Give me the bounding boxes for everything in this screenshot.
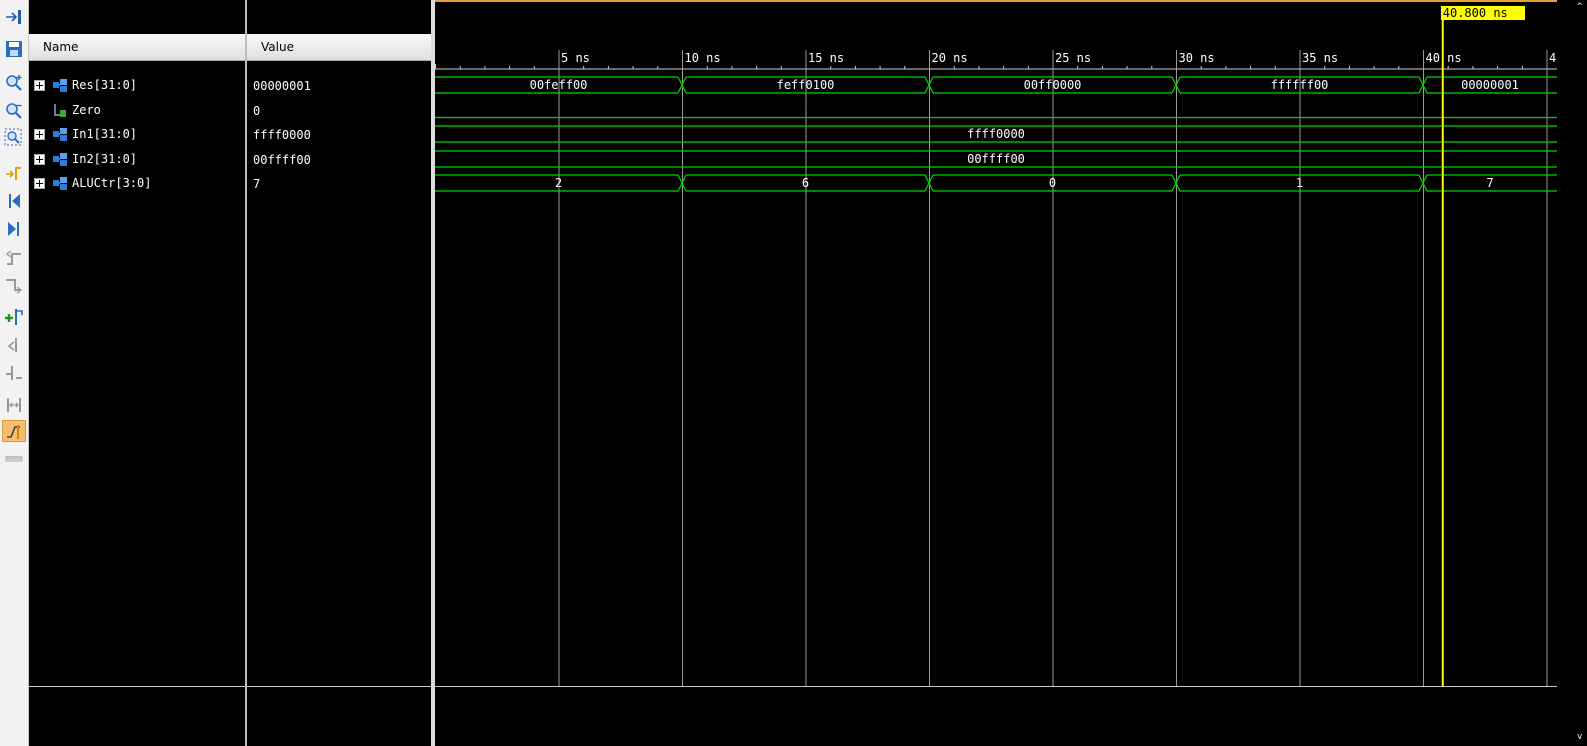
signal-row-name[interactable]: ALUCtr[3:0]: [29, 172, 245, 194]
snap-to-transition-button[interactable]: [2, 420, 26, 442]
bus-value-label: 00000001: [1461, 78, 1519, 92]
signal-name: In2[31:0]: [72, 152, 138, 166]
time-tick-label: 15 ns: [808, 51, 844, 65]
signal-value[interactable]: ffff0000: [253, 124, 423, 146]
zoom-full-icon: [4, 128, 22, 146]
bus-value-label: 00ff0000: [1024, 78, 1082, 92]
signal-value[interactable]: 00000001: [253, 75, 423, 97]
snap-to-transition-icon: [7, 425, 20, 439]
next-transition-button[interactable]: [2, 272, 26, 294]
cursor-time-label[interactable]: 40.800 ns: [1440, 6, 1525, 20]
names-bottom-divider: [29, 686, 245, 687]
time-tick-label: 35 ns: [1302, 51, 1338, 65]
waveform-toolbar: [0, 0, 29, 746]
floating-ruler-button[interactable]: [2, 448, 26, 470]
next-marker-button[interactable]: [2, 362, 26, 384]
time-tick-label: 20 ns: [932, 51, 968, 65]
expand-icon[interactable]: [34, 80, 45, 91]
bus-value-label: 0: [1049, 176, 1056, 190]
floating-ruler-icon: [5, 456, 23, 462]
next-transition-icon: [6, 279, 23, 294]
zoom-out-icon: [6, 103, 22, 119]
next-marker-icon: [6, 366, 22, 380]
bus-value-label: ffff0000: [967, 127, 1025, 141]
value-column-header[interactable]: Value: [247, 34, 431, 61]
prev-marker-button[interactable]: [2, 334, 26, 356]
signal-value[interactable]: 7: [253, 173, 423, 195]
signal-value[interactable]: 00ffff00: [253, 149, 423, 171]
time-tick-label: 30 ns: [1179, 51, 1215, 65]
vertical-scrollbar[interactable]: ^ v: [1557, 0, 1587, 746]
goto-end-button[interactable]: [2, 218, 26, 240]
zoom-fit-button[interactable]: [2, 6, 26, 28]
prev-transition-icon: [5, 250, 21, 265]
scroll-up-icon[interactable]: ^: [1577, 2, 1587, 12]
signal-name: Zero: [72, 103, 101, 117]
add-marker-button[interactable]: [2, 306, 26, 328]
bus-value-label: 1: [1296, 176, 1303, 190]
expand-icon[interactable]: [34, 129, 45, 140]
goto-cursor-button[interactable]: [2, 162, 26, 184]
bit-signal-icon: [51, 102, 67, 118]
save-button[interactable]: [2, 38, 26, 60]
bus-value-label: 2: [555, 176, 562, 190]
time-tick-label: 5 ns: [561, 51, 590, 65]
goto-start-button[interactable]: [2, 190, 26, 212]
zoom-out-button[interactable]: [2, 100, 26, 122]
bus-value-label: 00ffff00: [967, 152, 1025, 166]
signal-name: ALUCtr[3:0]: [72, 176, 152, 190]
swap-cursors-button[interactable]: [2, 394, 26, 416]
signal-row-name[interactable]: In1[31:0]: [29, 123, 245, 145]
add-marker-icon: [5, 309, 23, 325]
time-tick-label: 25 ns: [1055, 51, 1091, 65]
time-tick-label: 45 ns: [1549, 51, 1557, 65]
expand-icon[interactable]: [34, 154, 45, 165]
swap-cursors-icon: [7, 398, 21, 412]
bus-value-label: 7: [1486, 176, 1493, 190]
signal-values-panel: Value 00000001 0 ffff0000 00ffff00 7: [247, 0, 431, 746]
goto-cursor-icon: [6, 167, 21, 180]
bus-signal-icon: [52, 151, 68, 167]
bus-value-label: 00feff00: [530, 78, 588, 92]
bus-signal-icon: [52, 175, 68, 191]
expand-icon[interactable]: [34, 178, 45, 189]
signal-row-name[interactable]: In2[31:0]: [29, 148, 245, 170]
prev-marker-icon: [7, 338, 17, 352]
zoom-fit-icon: [6, 10, 21, 24]
zoom-in-button[interactable]: [2, 72, 26, 94]
bus-value-label: ffffff00: [1271, 78, 1329, 92]
time-tick-label: 10 ns: [685, 51, 721, 65]
bus-value-label: feff0100: [777, 78, 835, 92]
signal-row-name[interactable]: Res[31:0]: [29, 74, 245, 96]
goto-start-icon: [9, 194, 20, 208]
zoom-in-icon: [6, 75, 22, 91]
save-icon: [6, 41, 22, 57]
name-column-header[interactable]: Name: [29, 34, 245, 61]
waveform-top-border: [435, 0, 1587, 2]
bus-value-label: 6: [802, 176, 809, 190]
prev-transition-button[interactable]: [2, 246, 26, 268]
signal-names-panel: Name Res[31:0] Zero In1[31:0] In2[31:0] ALUC…: [29, 0, 245, 746]
bus-signal-icon: [52, 77, 68, 93]
values-bottom-divider: [247, 686, 431, 687]
signal-row-name[interactable]: Zero: [29, 99, 245, 121]
signal-name: Res[31:0]: [72, 78, 138, 92]
waveform-canvas[interactable]: 5 ns 10 ns 15 ns 20 ns 25 ns 30 ns 35 ns 40 ns 4…: [435, 0, 1557, 746]
zoom-full-button[interactable]: [2, 126, 26, 148]
waveform-area[interactable]: 5 ns 10 ns 15 ns 20 ns 25 ns 30 ns 35 ns 40 ns 4…: [435, 0, 1587, 746]
signal-value[interactable]: 0: [253, 100, 423, 122]
goto-end-icon: [8, 222, 19, 236]
signal-name: In1[31:0]: [72, 127, 138, 141]
scroll-down-icon[interactable]: v: [1577, 732, 1587, 742]
bus-signal-icon: [52, 126, 68, 142]
